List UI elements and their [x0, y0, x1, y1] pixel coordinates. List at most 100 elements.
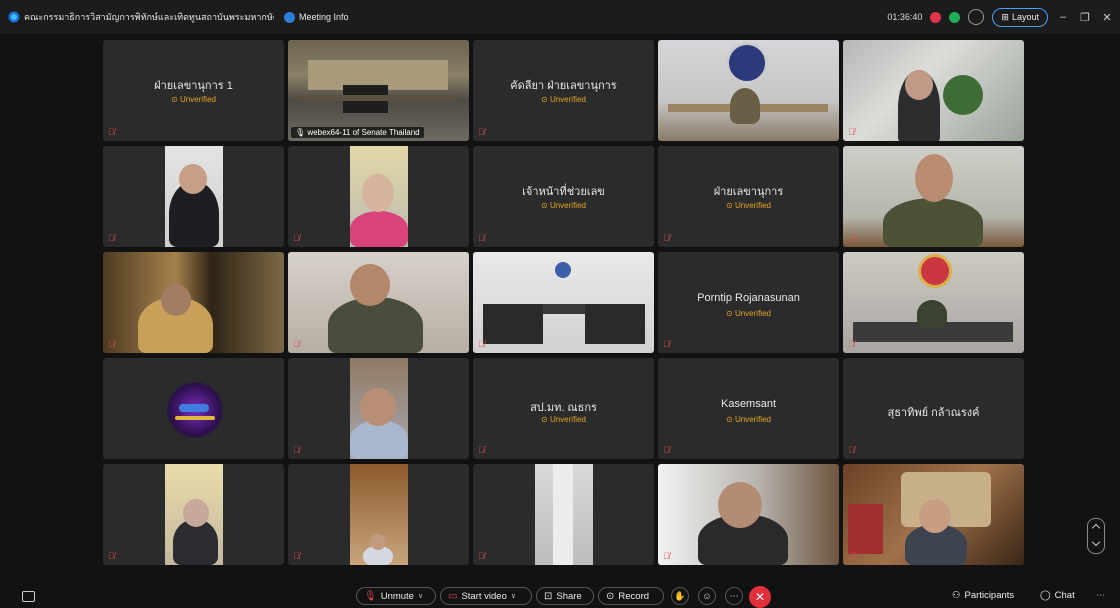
- muted-mic-icon: 🎙̸: [478, 445, 485, 455]
- end-call-button[interactable]: ✕: [749, 586, 771, 608]
- unverified-status: ⊙ Unverified: [171, 95, 216, 104]
- chevron-down-icon[interactable]: ∨: [418, 592, 423, 600]
- shield-icon: [284, 11, 295, 23]
- participant-tile[interactable]: สุธาทิพย์ กล้าณรงค์ 🎙̸: [843, 358, 1024, 459]
- minimize-icon[interactable]: –: [1056, 11, 1070, 23]
- status-text: Unverified: [734, 201, 771, 210]
- participant-tile[interactable]: สป.มท. ณธกร ⊙ Unverified 🎙̸: [473, 358, 654, 459]
- close-icon[interactable]: ✕: [1100, 11, 1114, 24]
- raise-hand-button[interactable]: ✋: [671, 587, 689, 605]
- muted-mic-icon: 🎙̸: [478, 233, 485, 243]
- layout-label: Layout: [1011, 12, 1039, 22]
- participant-tile[interactable]: [103, 358, 284, 459]
- muted-mic-icon: 🎙̸: [663, 551, 670, 561]
- unverified-status: ⊙ Unverified: [541, 95, 586, 104]
- video-grid: ฝ่ายเลขานุการ 1 ⊙ Unverified 🎙̸ 🎙 webex6…: [103, 40, 1024, 565]
- page-scroll-indicator[interactable]: [1087, 518, 1105, 554]
- muted-mic-icon: 🎙̸: [478, 339, 485, 349]
- share-button[interactable]: ⊡ Share: [536, 587, 594, 605]
- participant-name: เจ้าหน้าที่ช่วยเลข: [522, 186, 605, 198]
- participant-tile-active[interactable]: 🎙 webex64-11 of Senate Thailand: [288, 40, 469, 141]
- participant-tile[interactable]: 🎙̸: [288, 464, 469, 565]
- muted-mic-icon: 🎙̸: [108, 127, 115, 137]
- webex-logo-icon: [8, 11, 20, 23]
- connection-status-icon[interactable]: [949, 11, 961, 23]
- muted-mic-icon: 🎙̸: [848, 445, 855, 455]
- more-icon[interactable]: ⋯: [1096, 590, 1106, 601]
- reactions-button[interactable]: ☺: [698, 587, 716, 605]
- participants-button[interactable]: ⚇ Participants: [952, 590, 1014, 601]
- status-text: Unverified: [179, 95, 216, 104]
- participant-tile[interactable]: 🎙̸: [103, 464, 284, 565]
- unverified-status: ⊙ Unverified: [541, 415, 586, 424]
- video-feed: [103, 252, 284, 353]
- grid-icon: ⊞: [1001, 11, 1009, 22]
- meeting-info-label: Meeting Info: [299, 12, 349, 22]
- status-text: Unverified: [549, 95, 586, 104]
- participant-tile[interactable]: [658, 40, 839, 141]
- unverified-status: ⊙ Unverified: [726, 201, 771, 210]
- participant-name: สป.มท. ณธกร: [530, 402, 597, 414]
- video-feed: [288, 358, 469, 459]
- organization-logo-icon: [167, 382, 223, 438]
- participant-label: 🎙 webex64-11 of Senate Thailand: [291, 127, 424, 138]
- chat-button[interactable]: ◯ Chat: [1040, 590, 1075, 601]
- participant-tile[interactable]: ฝ่ายเลขานุการ ⊙ Unverified 🎙̸: [658, 146, 839, 247]
- record-button[interactable]: ⊙ Record: [598, 587, 664, 605]
- muted-mic-icon: 🎙̸: [108, 233, 115, 243]
- muted-mic-icon: 🎙̸: [108, 339, 115, 349]
- unmute-label: Unmute: [380, 590, 414, 602]
- participant-tile[interactable]: คัดลียา ฝ่ายเลขานุการ ⊙ Unverified 🎙̸: [473, 40, 654, 141]
- participant-tile[interactable]: 🎙̸: [288, 358, 469, 459]
- title-bar: คณะกรรมาธิการวิสามัญการพิทักษ์และเทิดทูน…: [0, 0, 1120, 34]
- muted-mic-icon: 🎙̸: [848, 233, 855, 243]
- participant-tile[interactable]: 🎙̸: [288, 252, 469, 353]
- participant-tile[interactable]: 🎙̸: [473, 464, 654, 565]
- restore-icon[interactable]: ❐: [1078, 11, 1092, 24]
- muted-mic-icon: 🎙̸: [293, 233, 300, 243]
- video-feed: [473, 464, 654, 565]
- chevron-up-icon[interactable]: [1091, 523, 1101, 533]
- video-feed: [288, 146, 469, 247]
- participant-tile[interactable]: 🎙̸: [473, 252, 654, 353]
- participant-tile[interactable]: 🎙̸: [288, 146, 469, 247]
- layout-button[interactable]: ⊞ Layout: [992, 7, 1048, 27]
- participants-icon: ⚇: [952, 590, 961, 601]
- unverified-status: ⊙ Unverified: [726, 415, 771, 424]
- participant-tile[interactable]: 🎙̸: [843, 252, 1024, 353]
- chevron-down-icon[interactable]: [1091, 537, 1101, 547]
- unmute-button[interactable]: 🎙 Unmute ∨: [356, 587, 436, 605]
- video-feed: [473, 252, 654, 353]
- chevron-down-icon[interactable]: ∨: [511, 592, 516, 600]
- participant-tile[interactable]: 🎙̸: [843, 464, 1024, 565]
- muted-mic-icon: 🎙̸: [108, 551, 115, 561]
- meeting-info-button[interactable]: Meeting Info: [284, 11, 349, 23]
- participant-tile[interactable]: 🎙̸: [843, 146, 1024, 247]
- label-text: webex64-11 of Senate Thailand: [307, 128, 420, 137]
- status-text: Unverified: [734, 309, 771, 318]
- share-label: Share: [556, 590, 582, 602]
- record-label: Record: [618, 590, 650, 602]
- recording-status-icon[interactable]: [930, 11, 942, 23]
- captions-icon[interactable]: [22, 591, 35, 602]
- start-video-button[interactable]: ▭ Start video ∨: [440, 587, 532, 605]
- participant-tile[interactable]: 🎙̸: [843, 40, 1024, 141]
- status-text: Unverified: [549, 201, 586, 210]
- participant-tile[interactable]: 🎙̸: [658, 464, 839, 565]
- participant-tile[interactable]: 🎙̸: [103, 252, 284, 353]
- participant-tile[interactable]: Porntip Rojanasunan ⊙ Unverified 🎙̸: [658, 252, 839, 353]
- participant-tile[interactable]: เจ้าหน้าที่ช่วยเลข ⊙ Unverified 🎙̸: [473, 146, 654, 247]
- start-video-label: Start video: [461, 590, 507, 602]
- muted-mic-icon: 🎙̸: [293, 445, 300, 455]
- participant-tile[interactable]: 🎙̸: [103, 146, 284, 247]
- unverified-status: ⊙ Unverified: [726, 309, 771, 318]
- status-text: Unverified: [734, 415, 771, 424]
- meeting-timer: 01:36:40: [887, 12, 923, 22]
- more-options-button[interactable]: ⋯: [725, 587, 743, 605]
- ring-icon[interactable]: [968, 9, 985, 25]
- participant-tile[interactable]: Kasemsant ⊙ Unverified 🎙̸: [658, 358, 839, 459]
- participant-name: Porntip Rojanasunan: [697, 292, 800, 304]
- participant-tile[interactable]: ฝ่ายเลขานุการ 1 ⊙ Unverified 🎙̸: [103, 40, 284, 141]
- video-feed: [843, 464, 1024, 565]
- unverified-status: ⊙ Unverified: [541, 201, 586, 210]
